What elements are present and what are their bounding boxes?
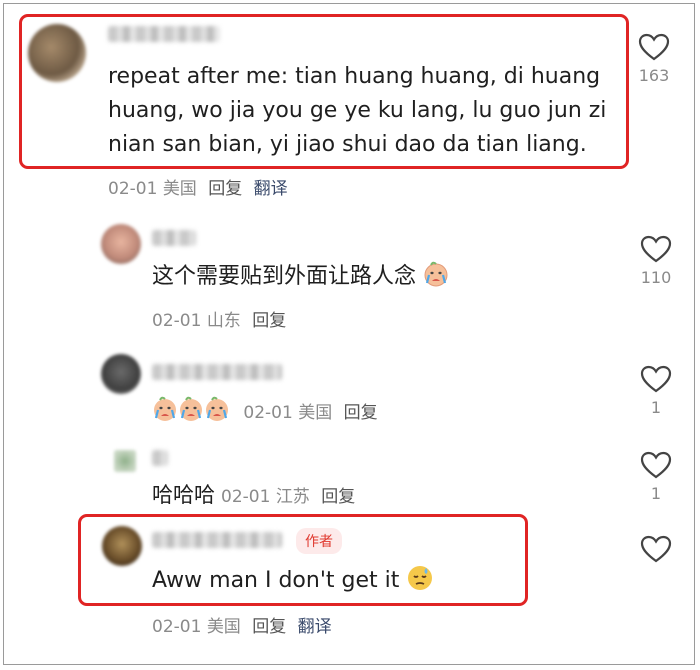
comment-location: 美国 — [162, 179, 197, 199]
comment-location: 山东 — [206, 311, 241, 331]
like-button[interactable]: 110 — [636, 234, 676, 287]
like-count: 163 — [638, 66, 670, 85]
crying-face-emoji — [423, 261, 449, 287]
comment-text-row: 哈哈哈 02-01 江苏 回复 — [152, 478, 552, 519]
avatar[interactable] — [101, 224, 141, 264]
downcast-sweat-face-emoji — [406, 564, 434, 592]
like-button[interactable]: 1 — [636, 450, 676, 503]
comment-date: 02-01 — [221, 487, 271, 507]
username[interactable]: ••••••• •• •• — [152, 532, 282, 548]
translate-button[interactable]: 翻译 — [298, 617, 332, 637]
like-count: 110 — [640, 268, 672, 287]
avatar[interactable] — [114, 450, 136, 472]
username[interactable]: ••••••••••••• — [152, 364, 282, 380]
reply-button[interactable]: 回复 — [321, 487, 355, 507]
username[interactable]: • — [152, 450, 168, 466]
like-button[interactable] — [636, 534, 676, 564]
comment-meta: 02-01 江苏 回复 — [221, 487, 355, 507]
avatar[interactable] — [28, 24, 86, 82]
reply-button[interactable]: 回复 — [252, 617, 286, 637]
comment-date: 02-01 — [243, 403, 293, 423]
comment-date: 02-01 — [108, 179, 158, 199]
like-count: 1 — [650, 398, 662, 417]
heart-outline-icon — [640, 451, 672, 479]
comment-text: Aww man I don't get it — [152, 564, 492, 598]
comment-meta: 02-01 美国 回复 翻译 — [108, 174, 288, 199]
like-button[interactable]: 1 — [636, 364, 676, 417]
like-button[interactable]: 163 — [634, 32, 674, 85]
heart-outline-icon — [640, 535, 672, 563]
crying-face-emoji — [204, 396, 230, 422]
translate-button[interactable]: 翻译 — [254, 179, 288, 199]
comment-text-content: 这个需要贴到外面让路人念 — [152, 264, 417, 289]
comment-location: 江苏 — [275, 487, 310, 507]
comment-location: 美国 — [298, 403, 333, 423]
username[interactable]: •• • — [152, 230, 196, 246]
username[interactable]: •••••• ••• ••• — [108, 26, 220, 42]
author-badge: 作者 — [296, 528, 342, 554]
like-count: 1 — [650, 484, 662, 503]
comment-date: 02-01 — [152, 617, 202, 637]
comment-text: 哈哈哈 — [152, 483, 215, 507]
avatar[interactable] — [101, 354, 141, 394]
reply-button[interactable]: 回复 — [344, 403, 378, 423]
comment-text: repeat after me: tian huang huang, di hu… — [108, 64, 607, 157]
comment-meta: 02-01 美国 回复 翻译 — [152, 612, 332, 637]
heart-outline-icon — [640, 365, 672, 393]
reply-button[interactable]: 回复 — [208, 179, 242, 199]
comment-location: 美国 — [206, 617, 241, 637]
comment-text: 这个需要贴到外面让路人念 — [152, 260, 612, 294]
comment-meta: 02-01 美国 回复 — [152, 396, 378, 423]
comment-text-content: Aww man I don't get it — [152, 568, 400, 593]
crying-face-emoji — [178, 396, 204, 422]
comment-thread: •••••• ••• ••• repeat after me: tian hua… — [3, 3, 695, 665]
avatar[interactable] — [102, 526, 142, 566]
crying-face-emoji — [152, 396, 178, 422]
heart-outline-icon — [640, 235, 672, 263]
comment-date: 02-01 — [152, 311, 202, 331]
reply-button[interactable]: 回复 — [252, 311, 286, 331]
heart-outline-icon — [638, 33, 670, 61]
comment-meta: 02-01 山东 回复 — [152, 306, 286, 331]
